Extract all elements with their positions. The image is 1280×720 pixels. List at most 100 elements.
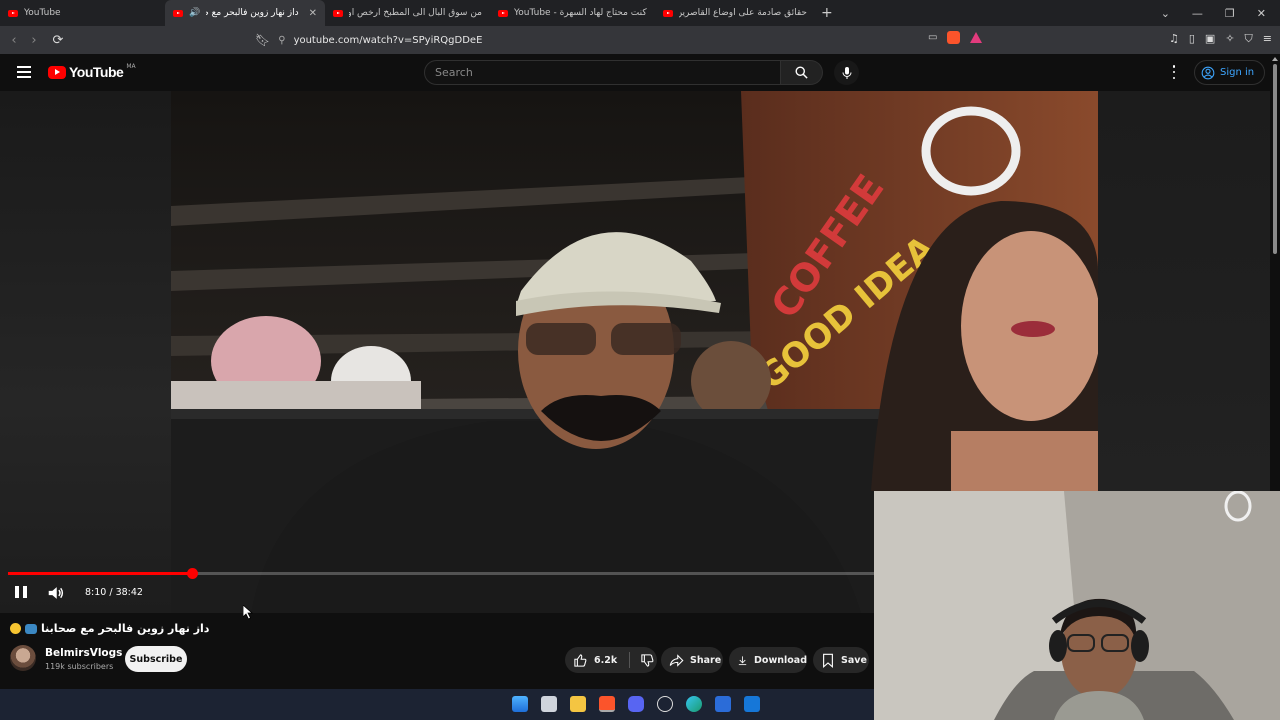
discord-icon[interactable] [628, 696, 644, 712]
taskbar-icons [512, 696, 760, 712]
player-blur-right [1098, 91, 1270, 491]
youtube-logo[interactable]: YouTube MA [48, 62, 136, 80]
browser-tab[interactable]: من سوق البال الى المطبخ ارخص اوتيف... [325, 0, 490, 26]
save-button[interactable]: Save [813, 647, 869, 673]
like-dislike-group: 6.2k [565, 647, 657, 673]
outlook-icon[interactable] [744, 696, 760, 712]
save-label: Save [841, 654, 867, 666]
window-controls: ⌄ — ❐ ✕ [1161, 0, 1280, 26]
windows-taskbar [0, 689, 874, 720]
progress-scrubber[interactable] [186, 568, 198, 579]
pause-button[interactable] [14, 586, 28, 600]
channel-name[interactable]: BelmirsVlogs [45, 647, 122, 659]
thumbs-down-icon[interactable] [640, 653, 655, 668]
leo-ai-icon[interactable]: ✧ [1225, 32, 1234, 46]
account-icon [1201, 66, 1215, 79]
forward-icon[interactable]: › [24, 33, 44, 48]
minimize-icon[interactable]: — [1192, 7, 1203, 20]
menu-icon[interactable]: ≡ [1263, 32, 1272, 46]
bookmark-icon[interactable]: 🔖︎ [255, 33, 270, 47]
back-icon[interactable]: ‹ [4, 33, 24, 48]
search-box[interactable] [424, 60, 781, 85]
search-icon [795, 66, 808, 79]
brave-browser-icon[interactable] [599, 696, 615, 712]
youtube-play-icon [48, 65, 66, 79]
file-explorer-icon[interactable] [570, 696, 586, 712]
browser-tab[interactable]: YouTube [0, 0, 165, 26]
progress-played [8, 572, 192, 575]
url-text[interactable]: youtube.com/watch?v=SPyiRQgDDeE [294, 35, 483, 46]
hamburger-menu-icon[interactable] [17, 66, 31, 78]
settings-more-icon[interactable] [1170, 65, 1178, 79]
close-window-icon[interactable]: ✕ [1257, 7, 1266, 20]
subscriber-count: 119k subscribers [45, 662, 114, 671]
chatgpt-icon[interactable] [657, 696, 673, 712]
save-bookmark-icon [823, 653, 833, 668]
sign-in-label: Sign in [1220, 67, 1255, 78]
subscribe-button[interactable]: Subscribe [125, 646, 187, 672]
task-view-icon[interactable] [541, 696, 557, 712]
media-icon[interactable]: ♫ [1169, 32, 1179, 46]
youtube-header: YouTube MA Sign in [0, 54, 1270, 91]
player-blur-left [0, 91, 171, 613]
youtube-favicon-icon [663, 9, 673, 17]
webcam-image [874, 491, 1280, 720]
youtube-favicon-icon [498, 9, 508, 17]
time-display: 8:10 / 38:42 [85, 587, 143, 598]
browser-tab[interactable]: YouTube - كنت محتاج لهاد السهرة [490, 0, 655, 26]
close-tab-icon[interactable]: ✕ [309, 8, 317, 19]
search-input[interactable] [425, 61, 780, 84]
share-button[interactable]: Share [661, 647, 723, 673]
mouse-cursor-icon [243, 605, 253, 620]
download-icon [738, 655, 747, 665]
scroll-up-icon[interactable] [1272, 57, 1278, 61]
vpn-icon[interactable]: ⛉ [1245, 32, 1253, 46]
browser-tab-active[interactable]: 🔊 داز نهار زوين فالبحر مع صحابنا ✕ [165, 0, 325, 26]
sign-in-button[interactable]: Sign in [1194, 60, 1266, 85]
scrollbar-thumb[interactable] [1273, 64, 1277, 254]
region-code: MA [126, 62, 136, 70]
video-title-text: داز نهار زوين فالبحر مع صحابنا [41, 622, 210, 635]
browser-tab[interactable]: حقائق صادمة على أوضاع القاصرين فـ... [655, 0, 815, 26]
webcam-overlay [874, 491, 1280, 720]
edge-browser-icon[interactable] [686, 696, 702, 712]
volume-icon [48, 587, 64, 599]
browser-tab-strip: YouTube 🔊 داز نهار زوين فالبحر مع صحابنا… [0, 0, 1280, 26]
wallet-icon[interactable]: ▣ [1205, 32, 1215, 46]
browser-toolbar: ‹ › ⟳ 🔖︎ ⚲ youtube.com/watch?v=SPyiRQgDD… [0, 26, 1280, 54]
tab-title: حقائق صادمة على أوضاع القاصرين فـ... [679, 8, 807, 18]
download-label: Download [754, 654, 807, 666]
sidebar-icon[interactable]: ▯ [1189, 32, 1195, 46]
microsoft-store-icon[interactable] [715, 696, 731, 712]
like-count[interactable]: 6.2k [594, 655, 617, 666]
search-button[interactable] [781, 60, 823, 85]
extension-icons: ▭ [928, 31, 983, 44]
windows-start-icon[interactable] [512, 696, 528, 712]
progress-bar[interactable] [8, 568, 874, 579]
tab-title: YouTube - كنت محتاج لهاد السهرة [514, 8, 647, 18]
site-info-icon[interactable]: ⚲ [278, 35, 285, 46]
restore-icon[interactable]: ❐ [1225, 7, 1235, 20]
share-label: Share [690, 654, 722, 666]
download-button[interactable]: Download [729, 647, 807, 673]
new-tab-button[interactable]: + [821, 5, 833, 21]
screen: YouTube 🔊 داز نهار زوين فالبحر مع صحابنا… [0, 0, 1280, 720]
logo-text: YouTube [69, 64, 124, 80]
like-divider [629, 652, 631, 668]
brave-shield-icon[interactable] [947, 31, 961, 44]
channel-avatar[interactable] [10, 645, 36, 671]
voice-search-button[interactable] [834, 60, 859, 85]
speaker-icon[interactable]: 🔊 [189, 8, 200, 18]
tab-title: من سوق البال الى المطبخ ارخص اوتيف... [349, 8, 482, 18]
cast-icon[interactable]: ▭ [928, 32, 937, 43]
browser-tools: ♫ ▯ ▣ ✧ ⛉ ≡ [1169, 32, 1272, 46]
address-bar[interactable]: 🔖︎ ⚲ youtube.com/watch?v=SPyiRQgDDeE [255, 30, 1001, 50]
brave-rewards-icon[interactable] [970, 32, 983, 43]
microphone-icon [842, 66, 851, 79]
tab-search-icon[interactable]: ⌄ [1161, 7, 1170, 20]
reload-icon[interactable]: ⟳ [48, 33, 68, 48]
youtube-favicon-icon [8, 9, 18, 17]
volume-button[interactable] [47, 585, 65, 601]
video-title: داز نهار زوين فالبحر مع صحابنا [10, 622, 209, 635]
thumbs-up-icon[interactable] [573, 653, 588, 668]
